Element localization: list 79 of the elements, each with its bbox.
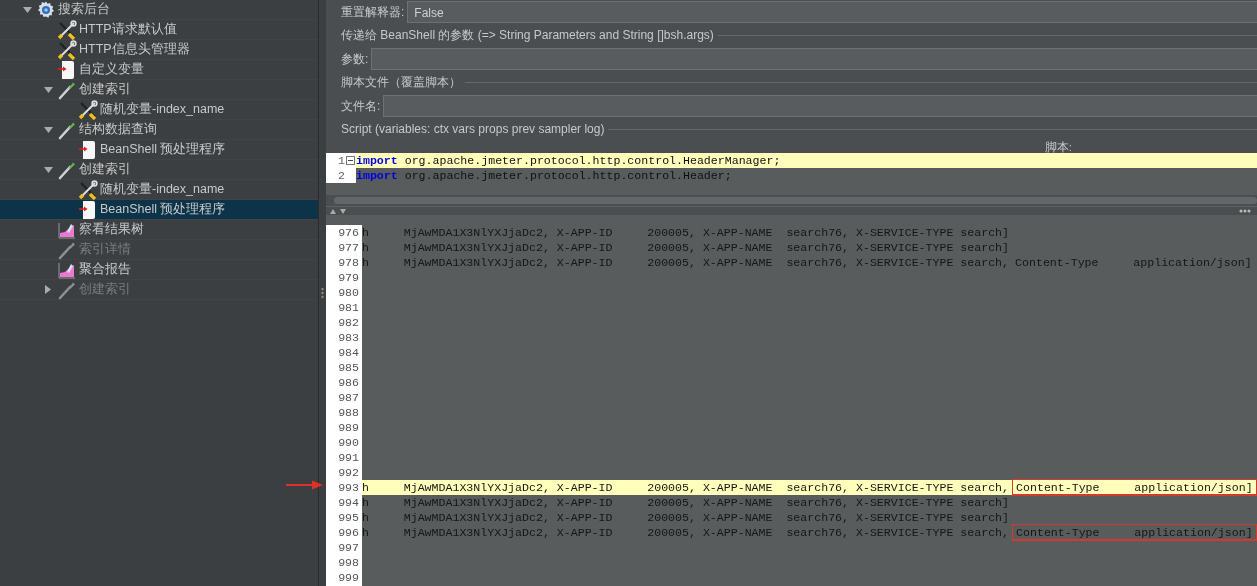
tree-item[interactable]: 自定义变量 <box>0 60 318 80</box>
line-number: 978 <box>326 255 362 270</box>
document-icon <box>78 139 98 160</box>
script-editor[interactable]: 1 import org.apache.jmeter.protocol.http.control.HeaderManager; 2 import org.apache.jmeter.protocol.http.control.Header; <box>326 153 1257 195</box>
expand-toggle-icon[interactable] <box>43 86 53 93</box>
line-number: 981 <box>326 300 362 315</box>
line-number: 983 <box>326 330 362 345</box>
splitter-grip-icon[interactable] <box>1239 209 1251 213</box>
line-number: 986 <box>326 375 362 390</box>
input-field[interactable] <box>383 95 1257 117</box>
input-field[interactable] <box>371 48 1257 70</box>
script-label: 脚本: <box>1044 141 1072 153</box>
field-label: 参数: <box>341 51 369 68</box>
document-icon <box>57 59 77 80</box>
tree-item[interactable]: 创建索引 <box>0 160 318 180</box>
section-title: 脚本文件（覆盖脚本） <box>341 74 461 91</box>
line-number: 987 <box>326 390 362 405</box>
line-number: 985 <box>326 360 362 375</box>
code-line: h MjAwMDA1X3NlYXJjaDc2, X-APP-ID 200005, X-APP-NAME search76, X-SERVICE-TYPE search] <box>362 510 1010 525</box>
fold-icon[interactable] <box>346 156 355 165</box>
tree-item[interactable]: 创建索引 <box>0 80 318 100</box>
line-number: 991 <box>326 450 362 465</box>
splitter-grip-icon[interactable] <box>321 287 324 299</box>
line-number: 992 <box>326 465 362 480</box>
line-number: 994 <box>326 495 362 510</box>
line-number: 996 <box>326 525 362 540</box>
output-editor[interactable] <box>326 215 1257 586</box>
line-number: 990 <box>326 435 362 450</box>
tree-item[interactable]: 搜索后台 <box>0 0 318 20</box>
line-number: 999 <box>326 570 362 585</box>
expand-toggle-icon[interactable] <box>43 166 53 173</box>
code-text: Content-Type application/json] <box>1014 255 1253 270</box>
code-line: h MjAwMDA1X3NlYXJjaDc2, X-APP-ID 200005, X-APP-NAME search76, X-SERVICE-TYPE search, <box>362 480 1010 495</box>
code-line: h MjAwMDA1X3NlYXJjaDc2, X-APP-ID 200005, X-APP-NAME search76, X-SERVICE-TYPE search] <box>362 240 1010 255</box>
scrollbar[interactable] <box>334 197 1257 204</box>
field-label: 重置解释器: <box>341 4 405 21</box>
line-number: 977 <box>326 240 362 255</box>
tree-item[interactable]: BeanShell 预处理程序 <box>0 140 318 160</box>
line-number: 982 <box>326 315 362 330</box>
code-line: h MjAwMDA1X3NlYXJjaDc2, X-APP-ID 200005, X-APP-NAME search76, X-SERVICE-TYPE search, <box>362 255 1010 270</box>
highlight-box: Content-Type application/json] <box>1012 524 1257 541</box>
tree-item[interactable]: 结构数据查询 <box>0 120 318 140</box>
line-number: 979 <box>326 270 362 285</box>
tools-icon <box>78 179 98 200</box>
line-number: 976 <box>326 225 362 240</box>
section-title: Script (variables: ctx vars props prev sampler log) <box>341 121 605 138</box>
line-number: 997 <box>326 540 362 555</box>
input-field[interactable]: False <box>407 1 1257 23</box>
line-number: 980 <box>326 285 362 300</box>
line-number: 989 <box>326 420 362 435</box>
line-number: 2 <box>338 168 345 183</box>
collapse-arrows-icon[interactable] <box>329 207 349 215</box>
tools-icon <box>57 39 77 60</box>
tree-item[interactable]: BeanShell 预处理程序 <box>0 200 318 220</box>
tools-icon <box>78 99 98 120</box>
tree-item[interactable]: HTTP请求默认值 <box>0 20 318 40</box>
code-line: h MjAwMDA1X3NlYXJjaDc2, X-APP-ID 200005, X-APP-NAME search76, X-SERVICE-TYPE search] <box>362 225 1010 240</box>
line-number: 984 <box>326 345 362 360</box>
line-number: 998 <box>326 555 362 570</box>
code-line: h MjAwMDA1X3NlYXJjaDc2, X-APP-ID 200005, X-APP-NAME search76, X-SERVICE-TYPE search] <box>362 495 1010 510</box>
tree-item[interactable]: 聚合报告 <box>0 260 318 280</box>
tree-item[interactable]: 察看结果树 <box>0 220 318 240</box>
code-line: import org.apache.jmeter.protocol.http.control.Header; <box>356 168 733 183</box>
section-title: 传递给 BeanShell 的参数 (=> String Parameters and String []bsh.args) <box>341 27 714 44</box>
code-line: h MjAwMDA1X3NlYXJjaDc2, X-APP-ID 200005, X-APP-NAME search76, X-SERVICE-TYPE search, <box>362 525 1010 540</box>
gear-icon <box>36 0 56 20</box>
expand-toggle-icon[interactable] <box>22 6 32 13</box>
annotation-arrow <box>286 480 324 490</box>
tools-icon <box>57 19 77 40</box>
line-number: 988 <box>326 405 362 420</box>
line-number: 995 <box>326 510 362 525</box>
tree-item[interactable]: HTTP信息头管理器 <box>0 40 318 60</box>
field-label: 文件名: <box>341 98 381 115</box>
highlight-box: Content-Type application/json] <box>1012 479 1257 496</box>
document-icon <box>78 199 98 220</box>
line-number: 1 <box>338 153 345 168</box>
expand-toggle-icon[interactable] <box>43 126 53 133</box>
line-number: 993 <box>326 480 362 495</box>
tree-item[interactable]: 随机变量-index_name <box>0 100 318 120</box>
